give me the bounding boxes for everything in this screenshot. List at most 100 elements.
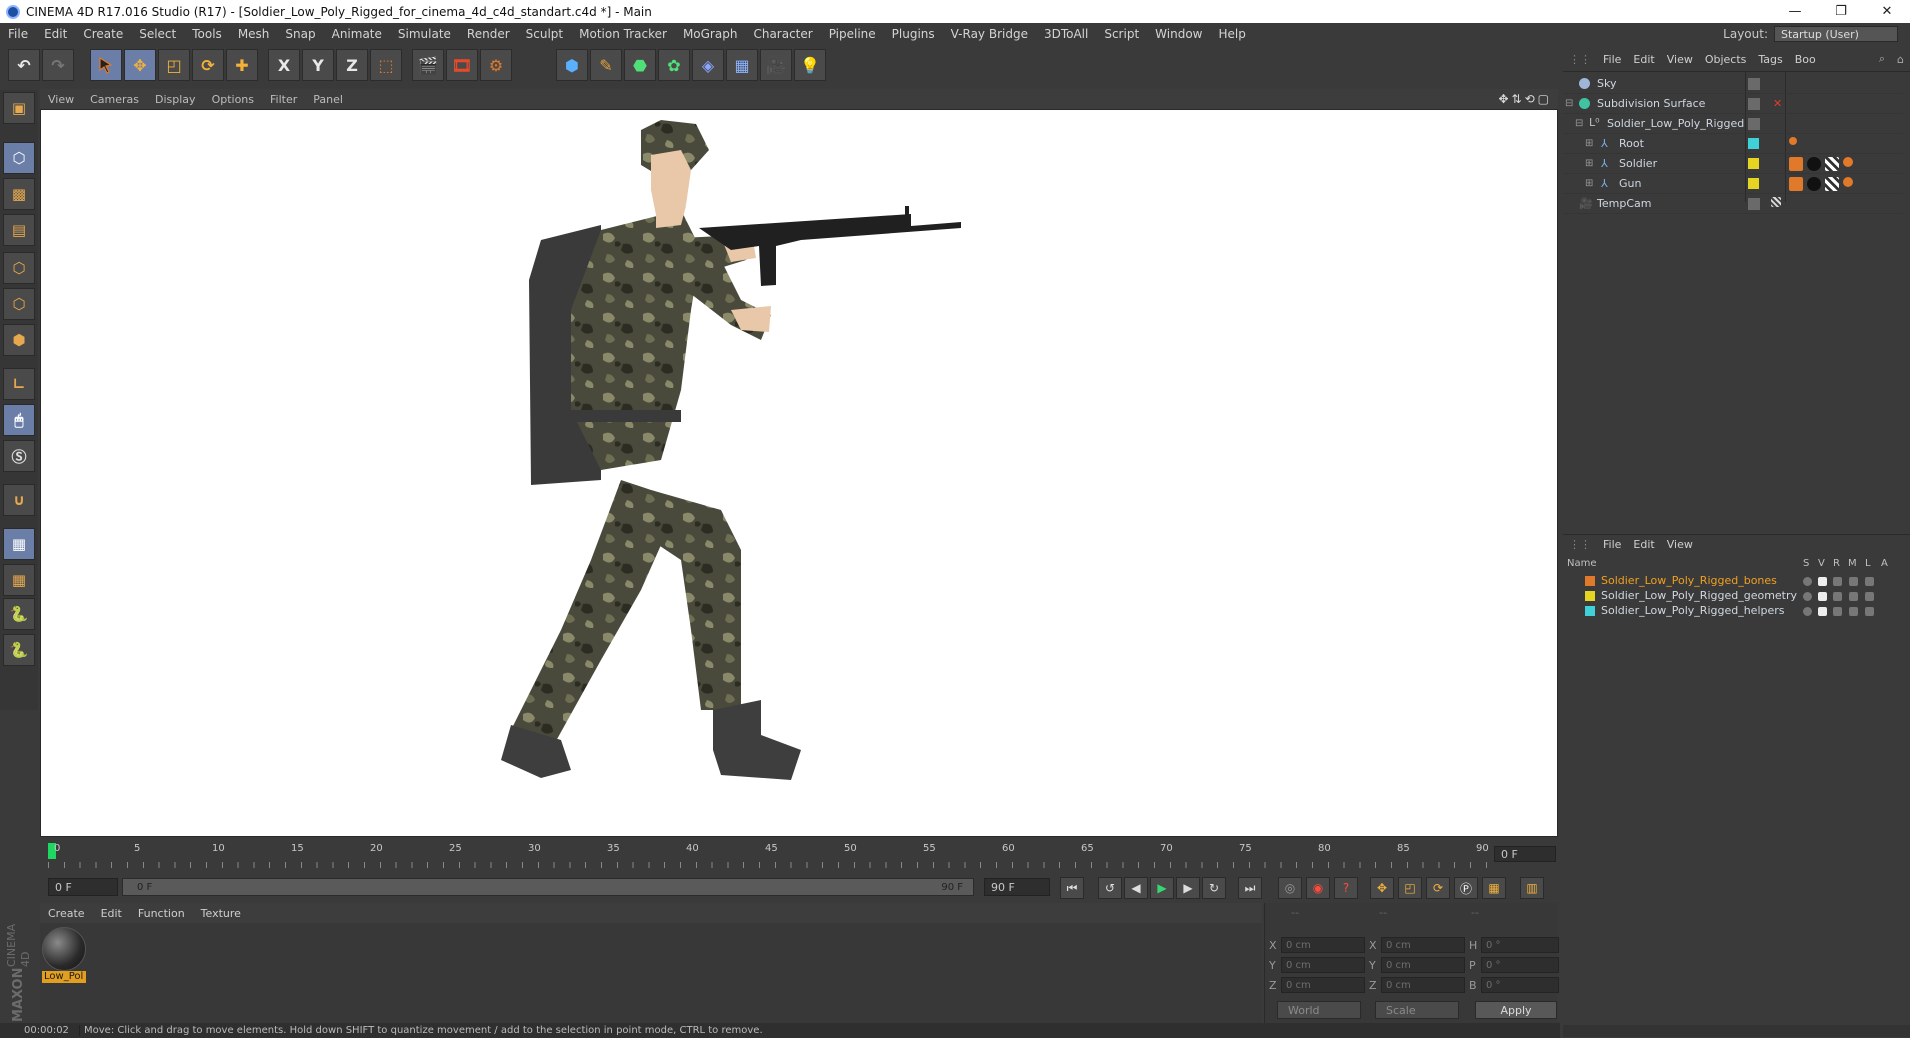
layout-dropdown[interactable]: Startup (User) xyxy=(1774,26,1898,42)
view-toggle[interactable] xyxy=(1818,592,1827,601)
subdivision-surface-icon[interactable]: ⬣ xyxy=(624,49,656,81)
layer-toggle[interactable] xyxy=(1748,198,1760,210)
layer-color-swatch[interactable] xyxy=(1748,138,1759,149)
menu-create[interactable]: Create xyxy=(75,27,131,41)
menu-pipeline[interactable]: Pipeline xyxy=(821,27,884,41)
layer-menu-view[interactable]: View xyxy=(1661,538,1699,551)
render-toggle[interactable] xyxy=(1833,592,1842,601)
python-icon[interactable]: 🐍 xyxy=(3,598,35,630)
manager-toggle[interactable] xyxy=(1849,592,1858,601)
play-icon[interactable]: ▶ xyxy=(1150,877,1174,899)
rotation-key-icon[interactable]: ⟳ xyxy=(1426,877,1450,899)
next-key-icon[interactable]: ↻ xyxy=(1202,877,1226,899)
deformer-icon[interactable]: ◈ xyxy=(692,49,724,81)
object-menu-tags[interactable]: Tags xyxy=(1752,53,1788,66)
material-menu-function[interactable]: Function xyxy=(130,907,193,920)
layer-row-bones[interactable]: Soldier_Low_Poly_Rigged_bones xyxy=(1563,574,1903,589)
size-mode-dropdown[interactable]: Scale xyxy=(1375,1001,1459,1019)
render-picture-viewer-icon[interactable]: 🎞 xyxy=(446,49,478,81)
undo-icon[interactable]: ↶ xyxy=(8,49,40,81)
position-z-field[interactable]: 0 cm xyxy=(1281,977,1365,993)
camera-icon[interactable]: 🎥 xyxy=(760,49,792,81)
object-menu-file[interactable]: File xyxy=(1597,53,1627,66)
current-frame-field[interactable]: 0 F xyxy=(1494,846,1556,862)
viewport-menu-filter[interactable]: Filter xyxy=(262,93,305,106)
layer-row-helpers[interactable]: Soldier_Low_Poly_Rigged_helpers xyxy=(1563,604,1903,619)
position-x-field[interactable]: 0 cm xyxy=(1281,937,1365,953)
point-level-key-icon[interactable]: ▦ xyxy=(1482,877,1506,899)
preview-range-slider[interactable]: 0 F 90 F xyxy=(122,878,974,896)
menu-vray-bridge[interactable]: V-Ray Bridge xyxy=(943,27,1036,41)
lock-toggle[interactable] xyxy=(1865,607,1874,616)
object-row-tempcam[interactable]: 🎥 TempCam xyxy=(1563,194,1903,214)
viewport-menu-panel[interactable]: Panel xyxy=(305,93,351,106)
light-icon[interactable]: 💡 xyxy=(794,49,826,81)
timeline-ticks[interactable]: 0 5 10 15 20 25 30 35 40 45 50 55 60 65 … xyxy=(48,840,1489,872)
manager-toggle[interactable] xyxy=(1849,607,1858,616)
object-menu-bookmarks[interactable]: Boo xyxy=(1789,53,1822,66)
object-menu-objects[interactable]: Objects xyxy=(1699,53,1753,66)
viewport-navigation-icons[interactable]: ✥⇅⟲▢ xyxy=(1498,92,1558,106)
layer-row-geometry[interactable]: Soldier_Low_Poly_Rigged_geometry xyxy=(1563,589,1903,604)
lock-toggle[interactable] xyxy=(1865,592,1874,601)
collapse-icon[interactable]: ⊟ xyxy=(1565,98,1573,109)
size-z-field[interactable]: 0 cm xyxy=(1381,977,1465,993)
make-editable-icon[interactable]: ▣ xyxy=(3,92,35,124)
weight-tag-icon[interactable] xyxy=(1789,157,1803,171)
menu-sculpt[interactable]: Sculpt xyxy=(518,27,571,41)
menu-render[interactable]: Render xyxy=(459,27,518,41)
viewport-menu-options[interactable]: Options xyxy=(204,93,262,106)
rotation-h-field[interactable]: 0 ° xyxy=(1481,937,1559,953)
viewport-menu-cameras[interactable]: Cameras xyxy=(82,93,147,106)
polygons-mode-icon[interactable]: ⬢ xyxy=(3,324,35,356)
material-swatch[interactable]: Low_Pol xyxy=(42,927,86,983)
menu-character[interactable]: Character xyxy=(745,27,820,41)
axis-mode-icon[interactable]: ∟ xyxy=(3,368,35,400)
ik-tag-icon[interactable] xyxy=(1789,137,1797,145)
render-toggle[interactable] xyxy=(1833,607,1842,616)
workplane-mode-icon[interactable]: ▤ xyxy=(3,214,35,246)
coordinate-system-icon[interactable]: ⬚ xyxy=(370,49,402,81)
uvw-tag-icon[interactable] xyxy=(1825,157,1839,171)
object-menu-edit[interactable]: Edit xyxy=(1627,53,1660,66)
material-menu-create[interactable]: Create xyxy=(40,907,93,920)
menu-select[interactable]: Select xyxy=(131,27,184,41)
lock-toggle[interactable] xyxy=(1865,577,1874,586)
solo-toggle[interactable] xyxy=(1803,577,1812,586)
layer-color-swatch[interactable] xyxy=(1585,591,1595,601)
pen-spline-icon[interactable]: ✎ xyxy=(590,49,622,81)
position-y-field[interactable]: 0 cm xyxy=(1281,957,1365,973)
menu-animate[interactable]: Animate xyxy=(324,27,390,41)
skin-tag-icon[interactable] xyxy=(1843,177,1853,187)
position-key-icon[interactable]: ✥ xyxy=(1370,877,1394,899)
viewport-menu-display[interactable]: Display xyxy=(147,93,204,106)
menu-simulate[interactable]: Simulate xyxy=(390,27,459,41)
close-button[interactable]: ✕ xyxy=(1864,0,1910,23)
object-row-gun[interactable]: ⊞ ⅄ Gun xyxy=(1563,174,1903,194)
viewport-menu-view[interactable]: View xyxy=(40,93,82,106)
layer-color-swatch[interactable] xyxy=(1748,158,1759,169)
render-settings-icon[interactable]: ⚙ xyxy=(480,49,512,81)
size-x-field[interactable]: 0 cm xyxy=(1381,937,1465,953)
cloner-icon[interactable]: ✿ xyxy=(658,49,690,81)
uvw-tag-icon[interactable] xyxy=(1825,177,1839,191)
menu-edit[interactable]: Edit xyxy=(36,27,75,41)
menu-plugins[interactable]: Plugins xyxy=(884,27,943,41)
layer-menu-edit[interactable]: Edit xyxy=(1627,538,1660,551)
restore-button[interactable]: ❐ xyxy=(1818,0,1864,23)
object-row-soldier[interactable]: ⊞ ⅄ Soldier xyxy=(1563,154,1903,174)
menu-script[interactable]: Script xyxy=(1096,27,1147,41)
texture-mode-icon[interactable]: ▩ xyxy=(3,178,35,210)
recent-tools-icon[interactable]: ✚ xyxy=(226,49,258,81)
live-selection-icon[interactable] xyxy=(90,49,122,81)
solo-toggle[interactable] xyxy=(1803,607,1812,616)
minimize-button[interactable]: — xyxy=(1772,0,1818,23)
start-frame-field[interactable]: 0 F xyxy=(48,878,118,896)
model-mode-icon[interactable]: ⬡ xyxy=(3,142,35,174)
python-script-icon[interactable]: 🐍 xyxy=(3,634,35,666)
scale-icon[interactable]: ◰ xyxy=(158,49,190,81)
object-row-root[interactable]: ⊞ ⅄ Root xyxy=(1563,134,1903,154)
previous-key-icon[interactable]: ↺ xyxy=(1098,877,1122,899)
menu-motion-tracker[interactable]: Motion Tracker xyxy=(571,27,675,41)
go-to-start-icon[interactable]: ⏮ xyxy=(1060,877,1084,899)
